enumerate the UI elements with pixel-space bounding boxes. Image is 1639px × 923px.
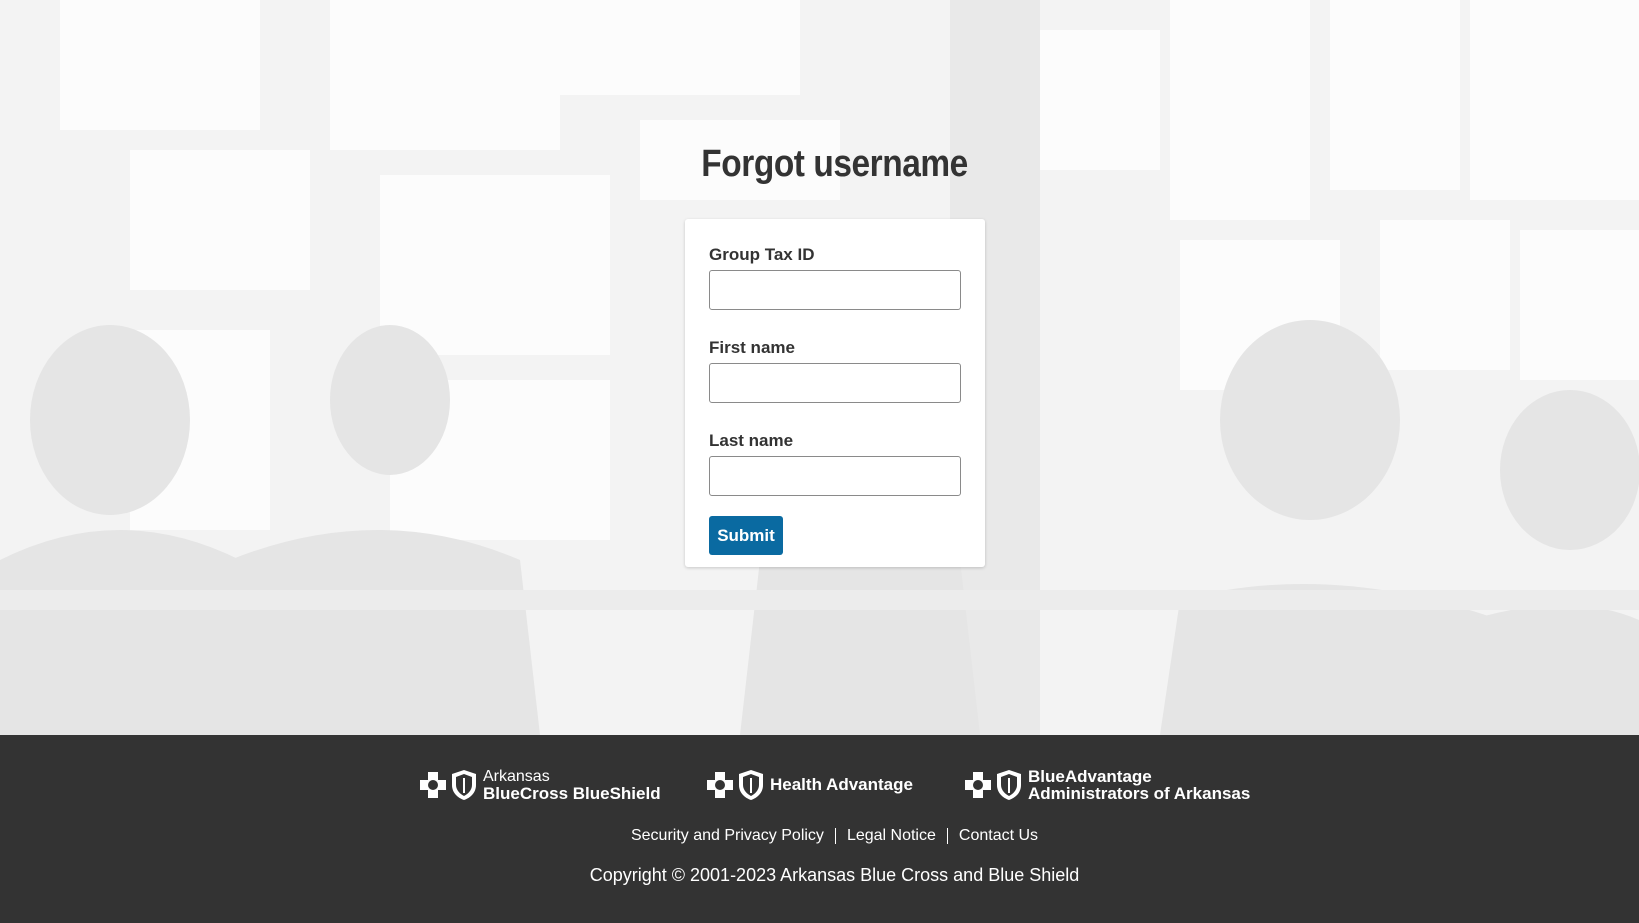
cross-icon	[420, 772, 446, 798]
logo-top-line: BlueAdvantage	[1028, 767, 1152, 786]
cross-icon	[965, 772, 991, 798]
arkansas-bcbs-logo[interactable]: Arkansas BlueCross BlueShield	[418, 765, 661, 805]
group-tax-id-input[interactable]	[709, 270, 961, 310]
blueadvantage-logo[interactable]: BlueAdvantage Administrators of Arkansas	[963, 765, 1250, 805]
last-name-label: Last name	[709, 431, 794, 450]
security-privacy-link[interactable]: Security and Privacy Policy	[620, 827, 835, 844]
forgot-username-form: Group Tax ID First name Last name Submit	[685, 219, 985, 567]
legal-notice-link[interactable]: Legal Notice	[836, 827, 947, 844]
health-advantage-logo[interactable]: Health Advantage	[705, 765, 913, 805]
footer: Arkansas BlueCross BlueShield Health Adv…	[0, 735, 1639, 923]
cross-icon	[707, 772, 733, 798]
shield-icon	[739, 770, 763, 800]
logo-bottom-line: BlueCross BlueShield	[483, 784, 661, 803]
contact-us-link[interactable]: Contact Us	[948, 827, 1049, 844]
footer-links: Security and Privacy Policy Legal Notice C…	[0, 827, 1639, 845]
page-title: Forgot username	[701, 143, 968, 185]
shield-icon	[997, 770, 1021, 800]
submit-button[interactable]: Submit	[709, 516, 783, 555]
group-tax-id-label: Group Tax ID	[709, 245, 815, 264]
logo-bottom-line: Administrators of Arkansas	[1028, 784, 1251, 803]
last-name-input[interactable]	[709, 456, 961, 496]
logo-single-line: Health Advantage	[770, 775, 913, 794]
first-name-label: First name	[709, 338, 795, 357]
shield-icon	[452, 770, 476, 800]
copyright-text: Copyright © 2001-2023 Arkansas Blue Cros…	[589, 865, 1080, 885]
first-name-input[interactable]	[709, 363, 961, 403]
logo-top-line: Arkansas	[483, 768, 550, 785]
